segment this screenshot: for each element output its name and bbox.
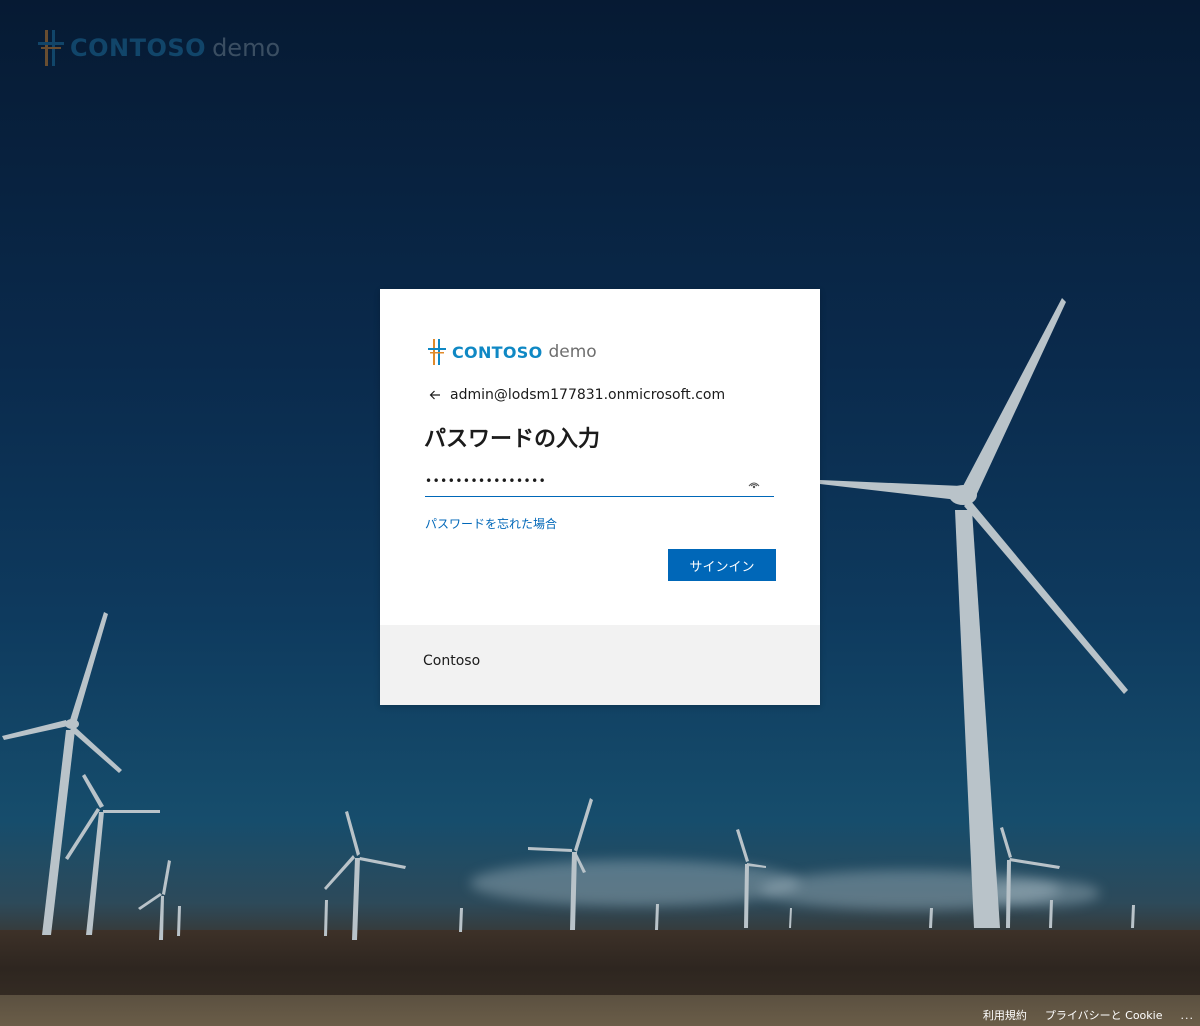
- signin-card: CONTOSO demo admin@lodsm177831.onmicroso…: [380, 289, 820, 705]
- privacy-link[interactable]: プライバシーと Cookie: [1045, 1007, 1163, 1023]
- card-logo-suffix: demo: [548, 342, 597, 362]
- terms-link[interactable]: 利用規約: [983, 1007, 1027, 1023]
- card-logo-brand: CONTOSO: [452, 342, 543, 362]
- contoso-logo-icon: [38, 30, 64, 66]
- identity-banner: admin@lodsm177831.onmicrosoft.com: [428, 387, 725, 403]
- top-logo: CONTOSO demo: [38, 30, 280, 66]
- top-logo-brand: CONTOSO: [70, 34, 207, 62]
- arrow-left-icon[interactable]: [428, 388, 442, 402]
- card-logo: CONTOSO demo: [428, 339, 597, 365]
- tenant-name: Contoso: [423, 653, 481, 669]
- more-options-button[interactable]: ...: [1181, 1009, 1195, 1022]
- card-main: CONTOSO demo admin@lodsm177831.onmicroso…: [380, 289, 820, 625]
- password-field-wrap: [425, 467, 774, 497]
- identity-email: admin@lodsm177831.onmicrosoft.com: [450, 387, 726, 403]
- eye-icon[interactable]: [748, 475, 760, 489]
- page-footer: 利用規約 プライバシーと Cookie ...: [983, 1004, 1200, 1026]
- contoso-logo-icon: [428, 339, 446, 365]
- page-title: パスワードの入力: [424, 427, 601, 452]
- top-logo-suffix: demo: [212, 34, 281, 62]
- forgot-password-link[interactable]: パスワードを忘れた場合: [425, 515, 557, 532]
- card-footer: Contoso: [380, 625, 820, 705]
- signin-button[interactable]: サインイン: [668, 549, 776, 581]
- password-input[interactable]: [425, 467, 745, 495]
